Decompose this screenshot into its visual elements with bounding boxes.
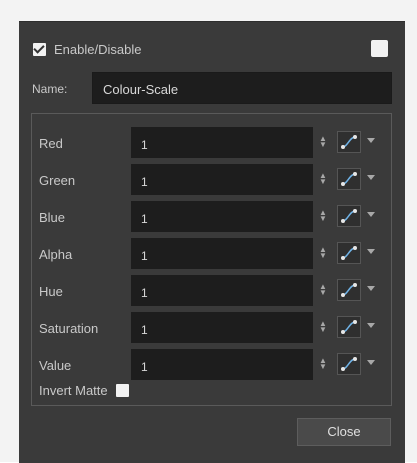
param-value-field[interactable]: 1 [131, 312, 313, 343]
invert-matte-checkbox[interactable] [115, 384, 129, 397]
param-value-field[interactable]: 1 [131, 127, 313, 158]
enable-checkbox[interactable] [33, 42, 46, 56]
chevron-down-icon[interactable] [367, 175, 375, 180]
param-label: Blue [39, 210, 66, 225]
spinner-arrows-icon[interactable]: ▲ ▼ [319, 246, 327, 261]
window-frame: Enable/Disable Name: Colour-Scale Red 1 … [0, 0, 417, 463]
spinner-arrows-icon[interactable]: ▲ ▼ [319, 320, 327, 335]
name-field[interactable]: Colour-Scale [92, 72, 392, 104]
param-label: Green [39, 173, 76, 188]
param-hue: Hue 1 ▲ ▼ [39, 275, 389, 306]
function-curve-icon[interactable] [337, 279, 361, 301]
enable-label: Enable/Disable [54, 41, 142, 57]
function-curve-icon[interactable] [337, 131, 361, 153]
param-label: Value [39, 358, 72, 373]
chevron-down-icon[interactable] [367, 249, 375, 254]
param-label: Saturation [39, 321, 99, 336]
chevron-down-icon[interactable] [367, 138, 375, 143]
enable-disable-row[interactable]: Enable/Disable [33, 41, 141, 57]
chevron-down-icon[interactable] [367, 360, 375, 365]
parameters-group: Red 1 ▲ ▼ Green 1 ▲ ▼ Blue 1 ▲ ▼ Alpha 1… [31, 113, 392, 406]
spinner-arrows-icon[interactable]: ▲ ▼ [319, 172, 327, 187]
param-value: Value 1 ▲ ▼ [39, 349, 389, 380]
param-red: Red 1 ▲ ▼ [39, 127, 389, 158]
param-label: Alpha [39, 247, 73, 262]
spinner-arrows-icon[interactable]: ▲ ▼ [319, 135, 327, 150]
invert-matte-row[interactable]: Invert Matte [39, 383, 129, 398]
function-curve-icon[interactable] [337, 205, 361, 227]
function-curve-icon[interactable] [337, 168, 361, 190]
color-swatch[interactable] [371, 40, 388, 57]
param-value-field[interactable]: 1 [131, 349, 313, 380]
param-blue: Blue 1 ▲ ▼ [39, 201, 389, 232]
spinner-arrows-icon[interactable]: ▲ ▼ [319, 209, 327, 224]
close-button[interactable]: Close [297, 418, 391, 446]
param-value-field[interactable]: 1 [131, 201, 313, 232]
function-curve-icon[interactable] [337, 353, 361, 375]
chevron-down-icon[interactable] [367, 286, 375, 291]
param-saturation: Saturation 1 ▲ ▼ [39, 312, 389, 343]
param-alpha: Alpha 1 ▲ ▼ [39, 238, 389, 269]
param-green: Green 1 ▲ ▼ [39, 164, 389, 195]
param-label: Red [39, 136, 63, 151]
chevron-down-icon[interactable] [367, 212, 375, 217]
param-value-field[interactable]: 1 [131, 238, 313, 269]
function-curve-icon[interactable] [337, 242, 361, 264]
chevron-down-icon[interactable] [367, 323, 375, 328]
param-label: Hue [39, 284, 63, 299]
invert-matte-label: Invert Matte [39, 383, 108, 398]
spinner-arrows-icon[interactable]: ▲ ▼ [319, 357, 327, 372]
param-value-field[interactable]: 1 [131, 275, 313, 306]
name-label: Name: [32, 82, 68, 96]
function-curve-icon[interactable] [337, 316, 361, 338]
colour-scale-dialog: Enable/Disable Name: Colour-Scale Red 1 … [19, 21, 405, 463]
param-value-field[interactable]: 1 [131, 164, 313, 195]
spinner-arrows-icon[interactable]: ▲ ▼ [319, 283, 327, 298]
